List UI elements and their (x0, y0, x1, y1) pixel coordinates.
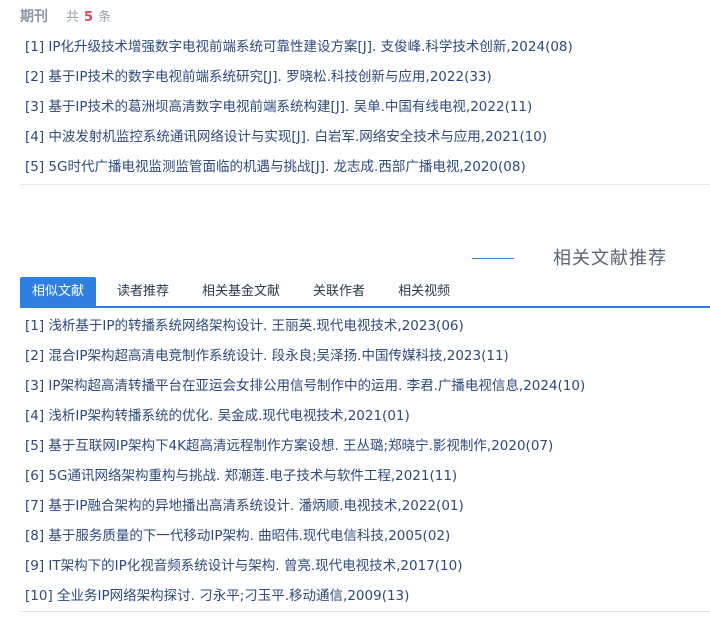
journal-section-header: 期刊 共5条 (20, 6, 111, 28)
recommend-tab-bar: 相似文献 读者推荐 相关基金文献 关联作者 相关视频 (20, 277, 710, 308)
journal-count-number: 5 (84, 10, 94, 25)
tab-similar-literature[interactable]: 相似文献 (20, 277, 97, 306)
tab-related-fund-literature[interactable]: 相关基金文献 (190, 277, 292, 306)
recommend-reference-link[interactable]: [4] 浅析IP架构转播系统的优化. 吴金成.现代电视技术,2021(01) (20, 402, 710, 432)
recommend-section-title: 相关文献推荐 (553, 248, 667, 269)
journal-reference-list: [1] IP化升级技术增强数字电视前端系统可靠性建设方案[J]. 支俊峰.科学技… (20, 34, 710, 185)
tab-reader-recommend[interactable]: 读者推荐 (105, 277, 181, 306)
recommend-reference-link[interactable]: [5] 基于互联网IP架构下4K超高清远程制作方案设想. 王丛璐;郑晓宁.影视制… (20, 432, 710, 462)
recommend-reference-link[interactable]: [8] 基于服务质量的下一代移动IP架构. 曲昭伟.现代电信科技,2005(02… (20, 522, 710, 552)
tab-related-videos[interactable]: 相关视频 (386, 277, 462, 306)
journal-reference-link[interactable]: [1] IP化升级技术增强数字电视前端系统可靠性建设方案[J]. 支俊峰.科学技… (20, 34, 710, 64)
journal-count-suffix: 条 (98, 10, 112, 25)
journal-count: 共5条 (66, 6, 111, 25)
recommend-reference-link[interactable]: [1] 浅析基于IP的转播系统网络架构设计. 王丽英.现代电视技术,2023(0… (20, 312, 710, 342)
journal-reference-link[interactable]: [4] 中波发射机监控系统通讯网络设计与实现[J]. 白岩军.网络安全技术与应用… (20, 124, 710, 154)
journal-reference-link[interactable]: [3] 基于IP技术的葛洲坝高清数字电视前端系统构建[J]. 吴单.中国有线电视… (20, 94, 710, 124)
journal-reference-link[interactable]: [2] 基于IP技术的数字电视前端系统研究[J]. 罗晓松.科技创新与应用,20… (20, 64, 710, 94)
recommend-reference-link[interactable]: [7] 基于IP融合架构的异地播出高清系统设计. 潘炳顺.电视技术,2022(0… (20, 492, 710, 522)
recommend-reference-link[interactable]: [3] IP架构超高清转播平台在亚运会女排公用信号制作中的运用. 李君.广播电视… (20, 372, 710, 402)
recommend-reference-link[interactable]: [2] 混合IP架构超高清电竞制作系统设计. 段永良;吴泽扬.中国传媒科技,20… (20, 342, 710, 372)
journal-count-prefix: 共 (66, 10, 80, 25)
journal-section-title: 期刊 (20, 9, 48, 25)
tab-related-authors[interactable]: 关联作者 (301, 277, 377, 306)
recommend-reference-link[interactable]: [6] 5G通讯网络架构重构与挑战. 郑潮莲.电子技术与软件工程,2021(11… (20, 462, 710, 492)
recommend-reference-list: [1] 浅析基于IP的转播系统网络架构设计. 王丽英.现代电视技术,2023(0… (20, 312, 710, 612)
journal-reference-link[interactable]: [5] 5G时代广播电视监测监管面临的机遇与挑战[J]. 龙志成.西部广播电视,… (20, 154, 710, 184)
recommend-divider (472, 258, 514, 259)
recommend-reference-link[interactable]: [9] IT架构下的IP化视音频系统设计与架构. 曾亮.现代电视技术,2017(… (20, 552, 710, 582)
recommend-reference-link[interactable]: [10] 全业务IP网络架构探讨. 刁永平;刁玉平.移动通信,2009(13) (20, 582, 710, 612)
